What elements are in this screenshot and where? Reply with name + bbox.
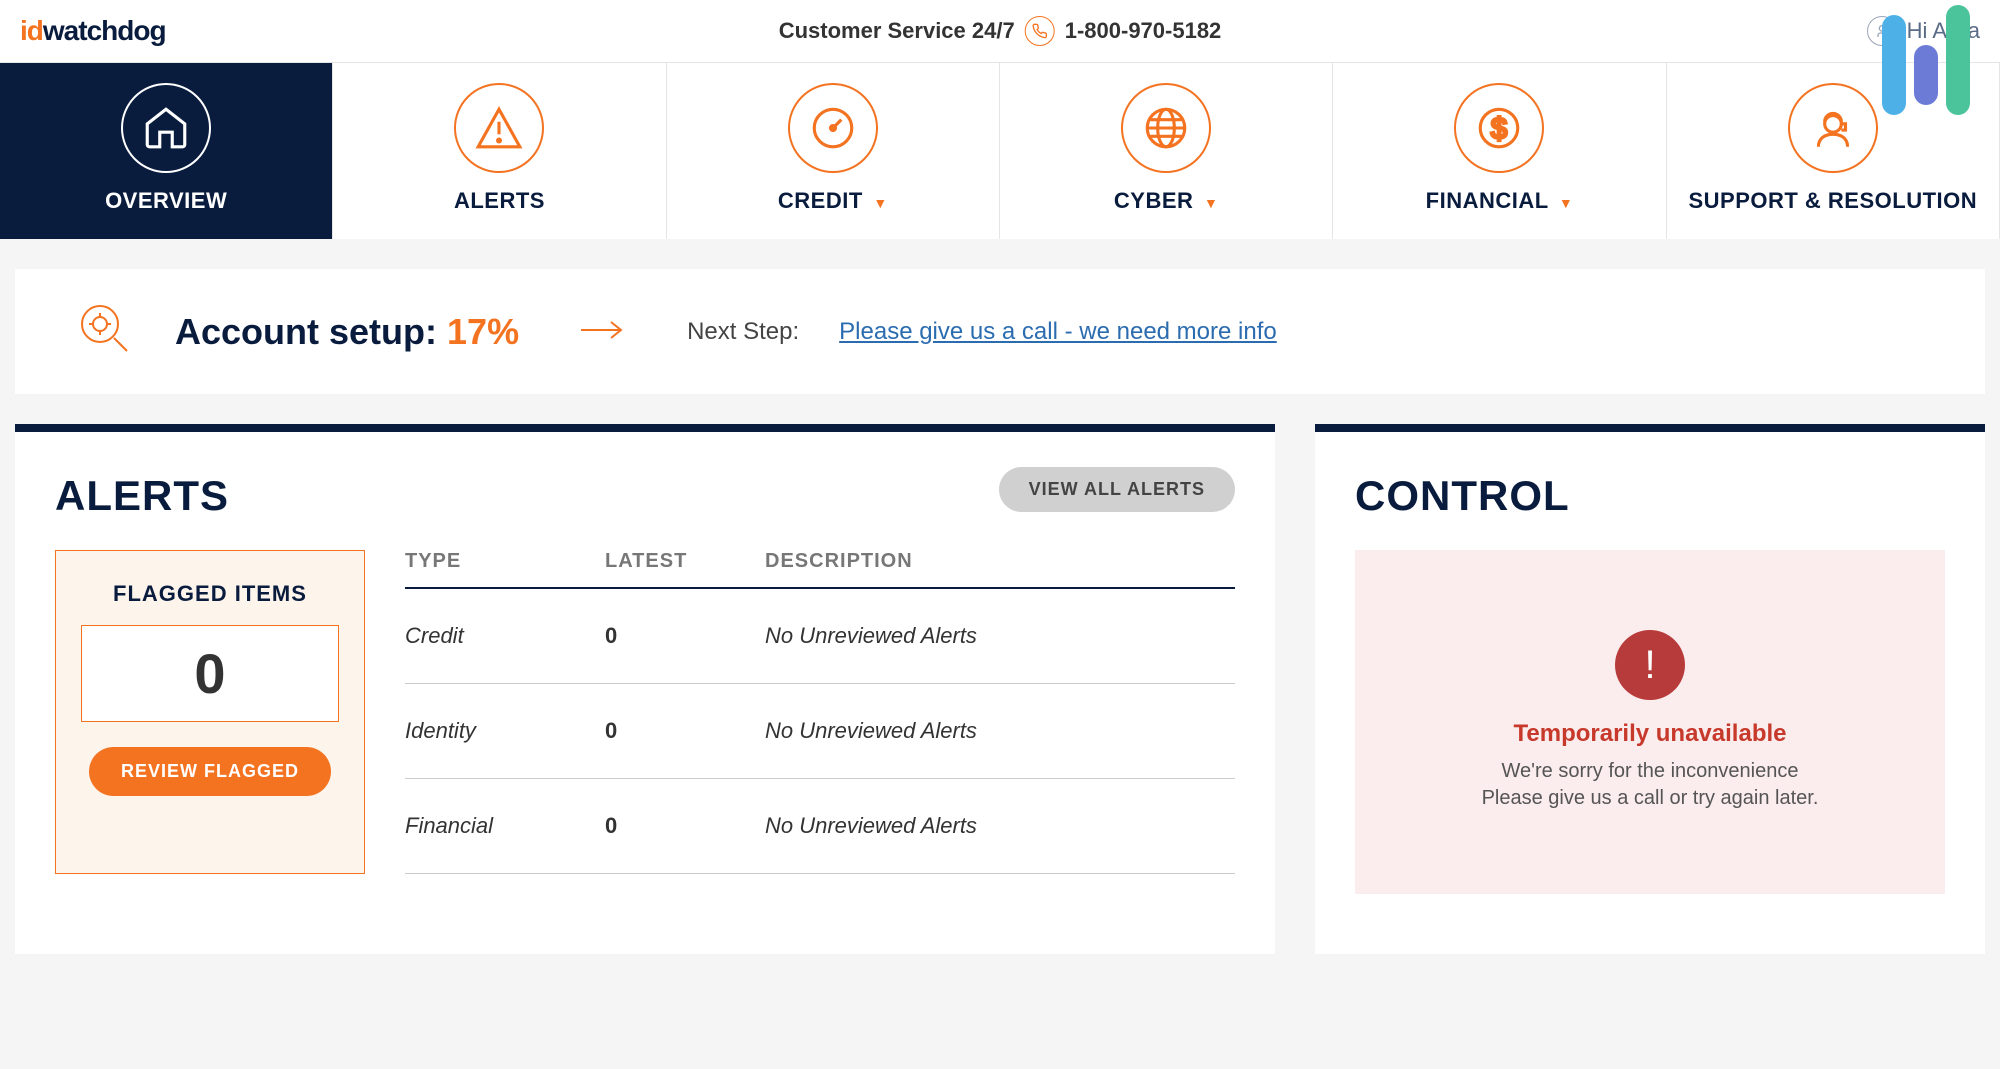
row-latest: 0 (605, 813, 765, 839)
header: idwatchdog Customer Service 24/7 1-800-9… (0, 0, 2000, 63)
customer-service-label: Customer Service 24/7 (779, 18, 1015, 44)
col-header-type: TYPE (405, 550, 605, 573)
nav-credit[interactable]: CREDIT ▼ (667, 63, 1000, 239)
nav-support-label: SUPPORT & RESOLUTION (1688, 188, 1977, 214)
nav-overview-icon (121, 83, 211, 173)
table-row[interactable]: Financial0No Unreviewed Alerts (405, 779, 1235, 874)
setup-text: Account setup: 17% (175, 311, 519, 353)
nav-credit-label: CREDIT ▼ (778, 188, 888, 214)
row-type: Credit (405, 623, 605, 649)
view-all-alerts-button[interactable]: VIEW ALL ALERTS (999, 467, 1235, 512)
alerts-panel: ALERTS VIEW ALL ALERTS FLAGGED ITEMS 0 R… (15, 424, 1275, 954)
nav-alerts[interactable]: ALERTS (333, 63, 666, 239)
logo-watchdog: watchdog (43, 15, 166, 46)
chevron-down-icon: ▼ (1204, 195, 1218, 211)
content: ALERTS VIEW ALL ALERTS FLAGGED ITEMS 0 R… (15, 424, 1985, 954)
nav-financial-label: FINANCIAL ▼ (1426, 188, 1574, 214)
table-row[interactable]: Identity0No Unreviewed Alerts (405, 684, 1235, 779)
control-panel-title: CONTROL (1355, 472, 1945, 520)
setup-percentage: 17% (447, 311, 519, 352)
control-error-line1: We're sorry for the inconvenience (1385, 760, 1915, 783)
customer-service-phone[interactable]: 1-800-970-5182 (1065, 18, 1222, 44)
col-header-description: DESCRIPTION (765, 550, 1235, 573)
nav-financial-icon: $ (1454, 83, 1544, 173)
flagged-items-box: FLAGGED ITEMS 0 REVIEW FLAGGED (55, 550, 365, 874)
row-type: Financial (405, 813, 605, 839)
arrow-right-icon (579, 313, 627, 350)
nav-overview[interactable]: OVERVIEW (0, 63, 333, 239)
row-latest: 0 (605, 623, 765, 649)
nav-financial[interactable]: $ FINANCIAL ▼ (1333, 63, 1666, 239)
nav-cyber-icon (1121, 83, 1211, 173)
nav-credit-icon (788, 83, 878, 173)
table-row[interactable]: Credit0No Unreviewed Alerts (405, 589, 1235, 684)
flagged-items-count: 0 (81, 625, 339, 722)
col-header-latest: LATEST (605, 550, 765, 573)
chevron-down-icon: ▼ (873, 195, 887, 211)
row-description: No Unreviewed Alerts (765, 623, 1235, 649)
nav-overview-label: OVERVIEW (105, 188, 227, 214)
control-error-line2: Please give us a call or try again later… (1385, 787, 1915, 810)
header-center: Customer Service 24/7 1-800-970-5182 (779, 16, 1222, 46)
alerts-table: TYPE LATEST DESCRIPTION Credit0No Unrevi… (405, 550, 1235, 874)
nav-cyber-label: CYBER ▼ (1114, 188, 1218, 214)
row-description: No Unreviewed Alerts (765, 718, 1235, 744)
alerts-table-header: TYPE LATEST DESCRIPTION (405, 550, 1235, 589)
row-description: No Unreviewed Alerts (765, 813, 1235, 839)
setup-label: Account setup: (175, 311, 437, 352)
control-error-title: Temporarily unavailable (1385, 720, 1915, 748)
nav-support-icon (1788, 83, 1878, 173)
main-nav: OVERVIEW ALERTS CREDIT ▼ CYBER ▼ $ FINANCIAL … (0, 63, 2000, 239)
nav-cyber[interactable]: CYBER ▼ (1000, 63, 1333, 239)
logo-id: id (20, 15, 43, 46)
decorative-bars (1882, 5, 1970, 115)
control-error-box: ! Temporarily unavailable We're sorry fo… (1355, 550, 1945, 894)
svg-text:$: $ (1491, 113, 1507, 145)
next-step-label: Next Step: (687, 318, 799, 346)
gear-magnify-icon (75, 299, 135, 364)
logo[interactable]: idwatchdog (20, 15, 166, 47)
nav-alerts-icon (454, 83, 544, 173)
nav-alerts-label: ALERTS (454, 188, 545, 214)
row-type: Identity (405, 718, 605, 744)
error-icon: ! (1615, 630, 1685, 700)
row-latest: 0 (605, 718, 765, 744)
account-setup-banner: Account setup: 17% Next Step: Please giv… (15, 269, 1985, 394)
flagged-items-title: FLAGGED ITEMS (81, 581, 339, 607)
next-step-link[interactable]: Please give us a call - we need more inf… (839, 318, 1277, 346)
phone-icon (1025, 16, 1055, 46)
control-panel: CONTROL ! Temporarily unavailable We're … (1315, 424, 1985, 954)
chevron-down-icon: ▼ (1559, 195, 1573, 211)
review-flagged-button[interactable]: REVIEW FLAGGED (89, 747, 331, 796)
